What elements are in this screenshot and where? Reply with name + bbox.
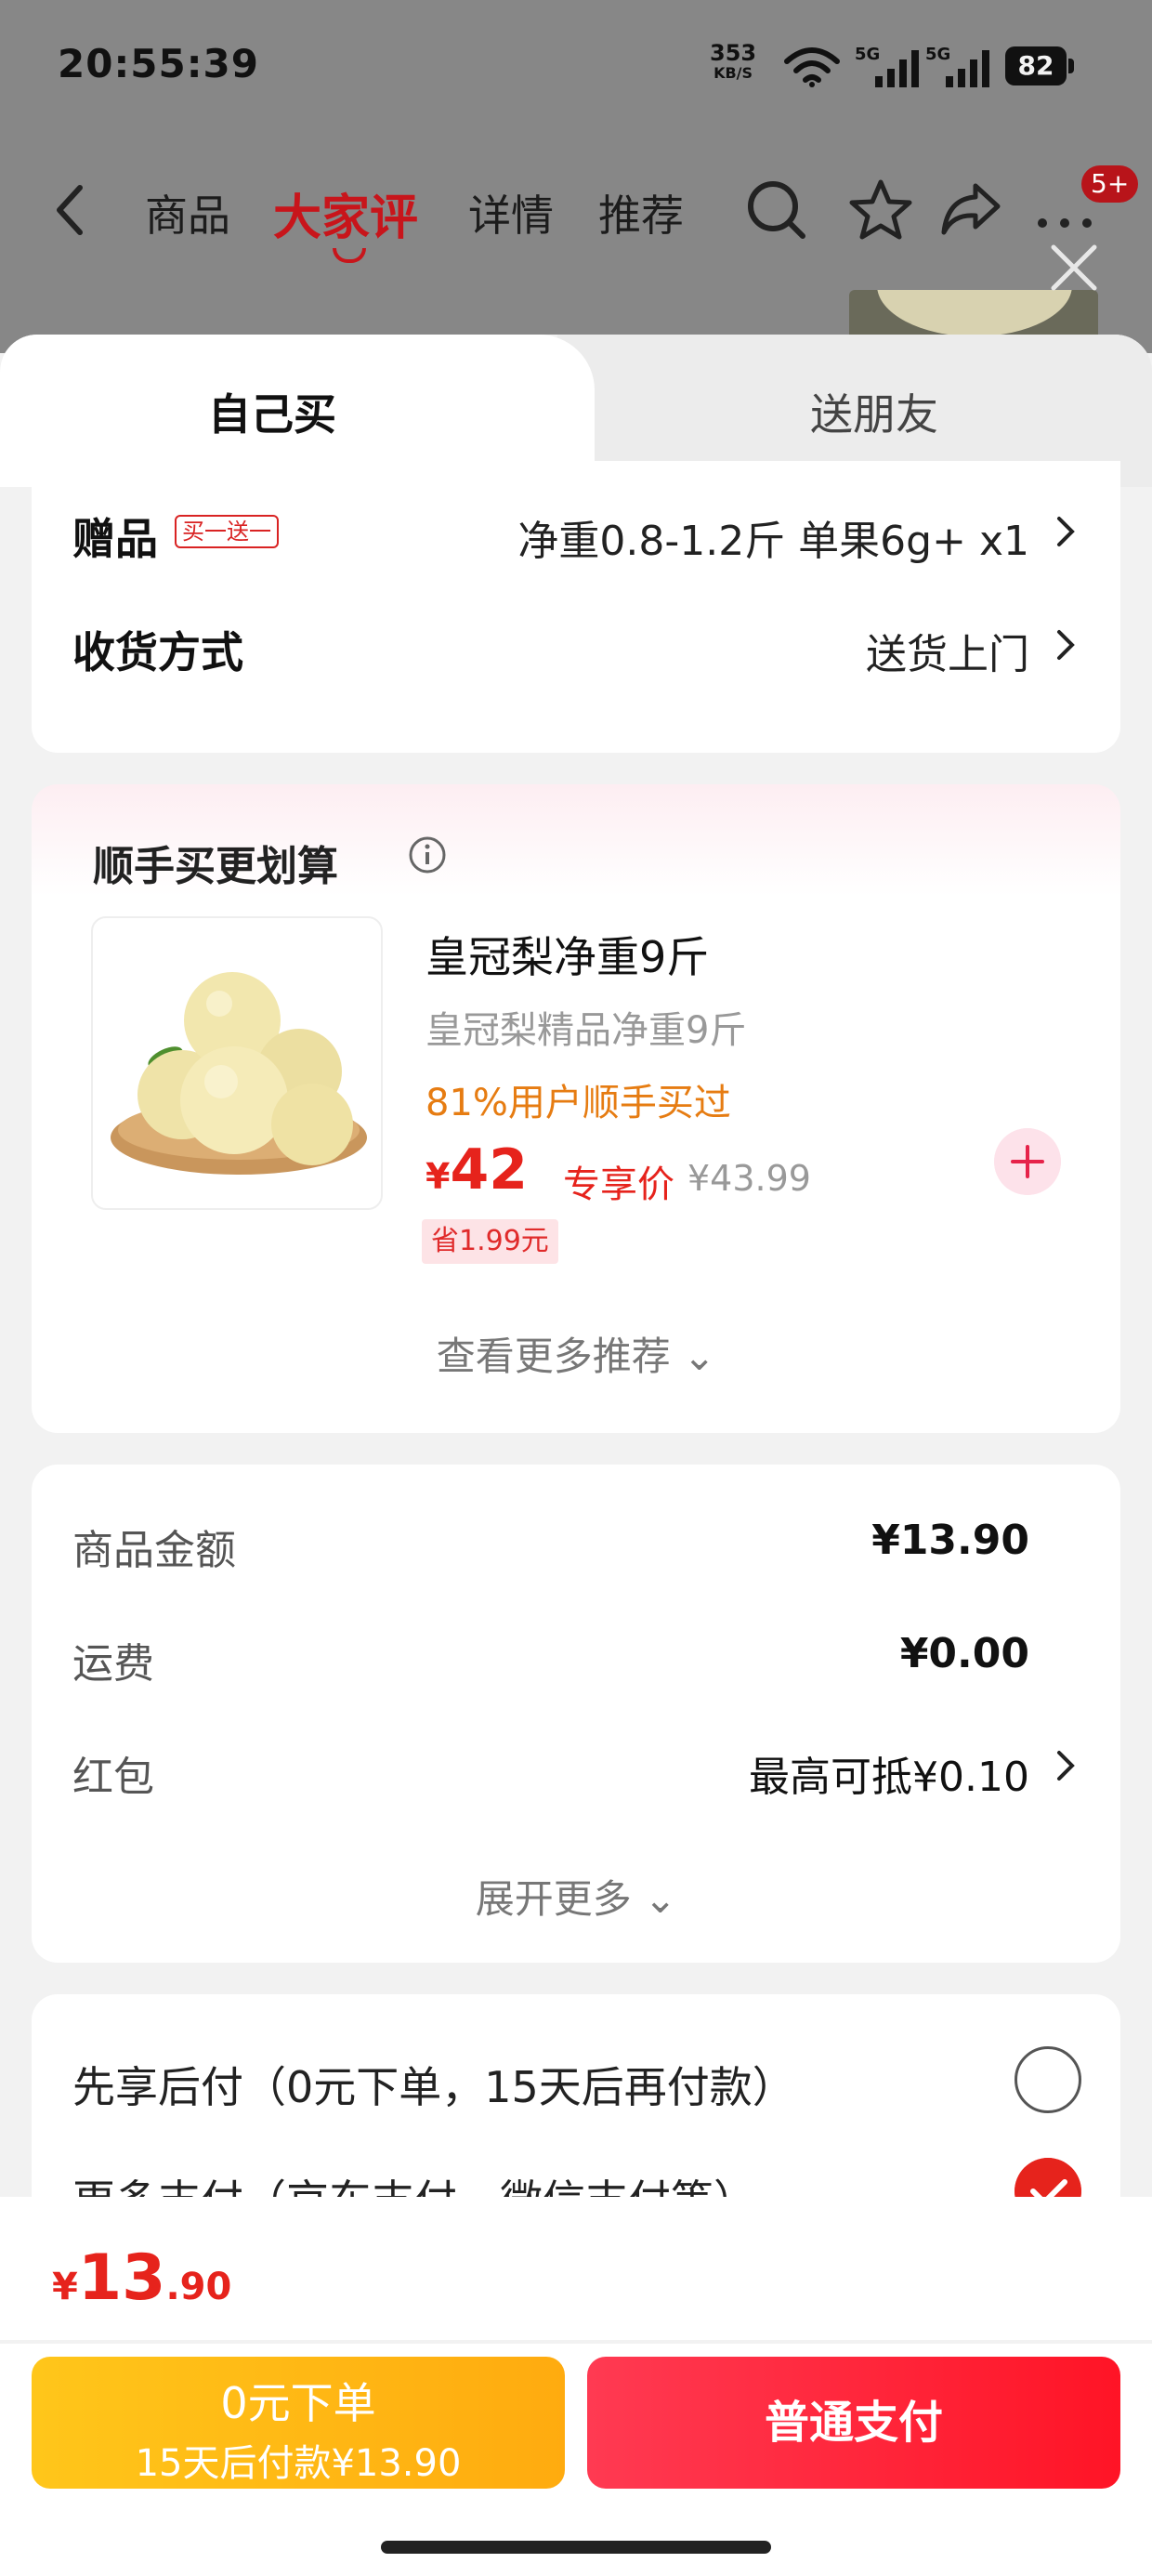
battery-icon: 82 [1005,46,1074,85]
red-packet-value: 最高可抵¥0.10 [749,1754,1029,1801]
chevron-right-icon [1057,630,1075,660]
original-price: ¥43.99 [687,1158,811,1199]
info-icon[interactable] [407,835,448,875]
goods-amount-label: 商品金额 [72,1527,236,1574]
total-symbol: ¥ [52,2266,78,2308]
nav-tab-goods[interactable]: 商品 [145,182,230,243]
share-icon[interactable] [938,177,1005,243]
signal-icon-2: 5G [925,45,994,87]
red-packet-label: 红包 [72,1754,154,1801]
delivery-value: 送货上门 [866,631,1029,678]
tab-send-friend-label: 送朋友 [810,389,938,440]
gift-label: 赠品 [72,514,158,564]
signal-icon-1: 5G [855,45,923,87]
exclusive-price-tag: 专享价 [563,1163,674,1206]
order-total: ¥13.90 [52,2241,231,2315]
star-icon[interactable] [847,177,914,243]
chevron-right-icon [1057,1751,1075,1781]
normal-pay-button[interactable]: 普通支付 [587,2357,1120,2489]
status-time: 20:55:39 [58,41,259,86]
checkout-bar: ¥13.90 0元下单 15天后付款¥13.90 普通支付 [0,2197,1152,2576]
gift-value: 净重0.8-1.2斤 单果6g+ x1 [517,518,1029,565]
product-name[interactable]: 皇冠梨净重9斤 [425,924,709,985]
wifi-icon [784,47,840,87]
price-value: 42 [450,1137,528,1203]
gift-tag-badge: 买一送一 [175,515,279,548]
expand-more-link[interactable]: 展开更多 ⌄ [32,1868,1120,1925]
pay-later-label: 先享后付（0元下单，15天后再付款） [72,2062,795,2112]
price-symbol: ¥ [425,1156,451,1197]
delivery-label: 收货方式 [72,627,243,677]
pear-image-graphic [111,972,367,1175]
fee-summary-card: 商品金额 ¥13.90 运费 ¥0.00 红包 最高可抵¥0.10 展开更多 ⌄ [32,1465,1120,1963]
zero-order-sublabel: 15天后付款¥13.90 [135,2442,462,2485]
network-speed-value: 353 [710,40,757,66]
more-recommend-link[interactable]: 查看更多推荐 ⌄ [32,1325,1120,1382]
add-item-button[interactable] [994,1128,1061,1195]
goods-amount-value: ¥13.90 [871,1517,1029,1564]
back-arrow-icon[interactable] [52,182,89,238]
addon-recommend-card: 顺手买更划算 皇冠梨净重9斤 皇冠梨精品净重9斤 81%用户顺手买过 ¥42 专… [32,784,1120,1433]
message-badge: 5+ [1081,165,1139,203]
network-speed-unit: KB/S [713,64,753,82]
recommend-title: 顺手买更划算 [93,843,338,890]
pear-product-image[interactable] [91,916,383,1210]
shipping-label: 运费 [72,1640,154,1688]
divider [0,2340,1152,2344]
chevron-right-icon [1057,517,1075,546]
zero-order-label: 0元下单 [220,2378,376,2428]
tab-buy-self-label: 自己买 [208,389,336,440]
total-decimal: .90 [165,2266,232,2308]
network-speed: 353 KB/S [710,40,757,84]
home-indicator[interactable] [381,2541,771,2554]
product-nav: 商品 大家评 详情 推荐 [0,158,1152,269]
search-icon[interactable] [743,177,810,243]
nav-tab-reviews[interactable]: 大家评 [273,178,418,263]
status-bar: 20:55:39 353 KB/S 5G 5G 82 [0,0,1152,139]
nav-tab-details[interactable]: 详情 [468,182,554,243]
product-price: ¥42 [425,1137,528,1203]
pay-later-radio[interactable] [1015,2046,1081,2113]
purchase-rate-text: 81%用户顺手买过 [425,1082,731,1124]
product-subtitle: 皇冠梨精品净重9斤 [425,1009,747,1052]
save-badge: 省1.99元 [422,1219,558,1264]
nav-tab-recommend[interactable]: 推荐 [598,182,684,243]
background-page: 20:55:39 353 KB/S 5G 5G 82 商品 大家评 详情 推荐 [0,0,1152,355]
shipping-value: ¥0.00 [899,1630,1029,1677]
close-icon[interactable] [1046,240,1102,296]
gift-delivery-card: 赠品 买一送一 净重0.8-1.2斤 单果6g+ x1 收货方式 送货上门 [32,461,1120,753]
zero-order-button[interactable]: 0元下单 15天后付款¥13.90 [32,2357,565,2489]
total-integer: 13 [77,2241,166,2315]
